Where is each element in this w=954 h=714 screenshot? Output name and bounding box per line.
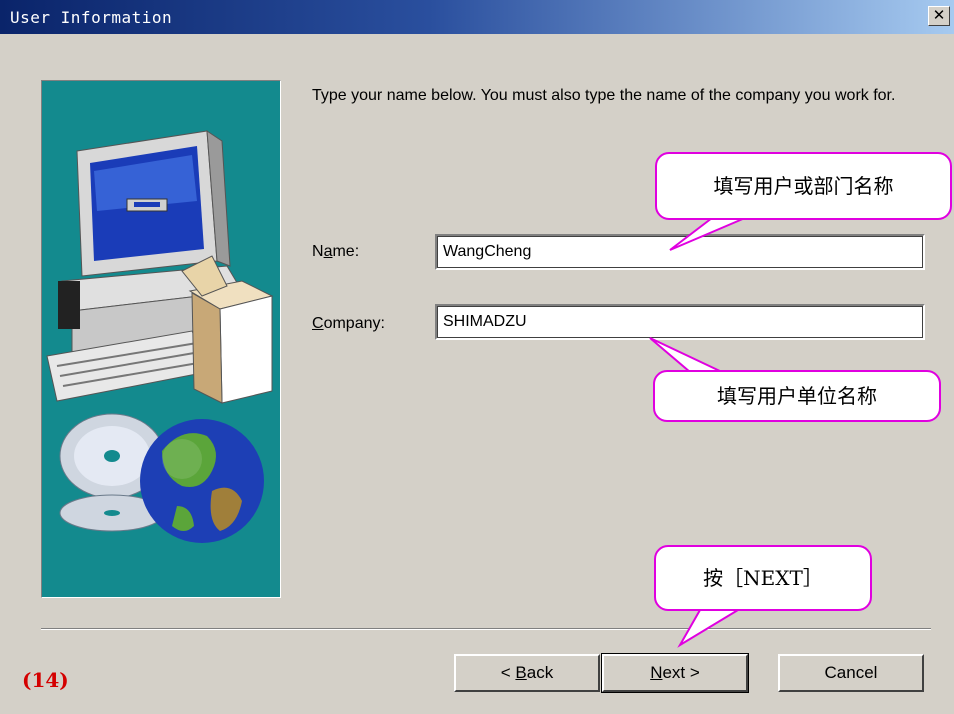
button-separator — [41, 628, 931, 630]
company-input[interactable]: SHIMADZU — [435, 304, 925, 340]
next-button[interactable]: Next > — [601, 653, 749, 693]
next-callout: 按［NEXT］ — [654, 545, 872, 611]
name-callout: 填写用户或部门名称 — [655, 152, 952, 220]
window-title: User Information — [10, 8, 173, 27]
computer-illustration — [46, 130, 274, 543]
close-button[interactable]: ✕ — [928, 6, 950, 26]
name-label: Name: — [312, 243, 360, 260]
close-icon: ✕ — [932, 6, 946, 24]
back-button[interactable]: < Back — [454, 654, 600, 692]
step-number: (14) — [22, 668, 69, 692]
title-bar: User Information ✕ — [0, 0, 954, 34]
instruction-text: Type your name below. You must also type… — [312, 87, 896, 104]
company-callout: 填写用户单位名称 — [653, 370, 941, 422]
company-label: Company: — [312, 315, 385, 332]
globe-icon — [140, 419, 264, 543]
monitor-icon — [76, 130, 231, 277]
cancel-button[interactable]: Cancel — [778, 654, 924, 692]
setup-illustration — [41, 80, 281, 598]
name-input[interactable]: WangCheng — [435, 234, 925, 270]
